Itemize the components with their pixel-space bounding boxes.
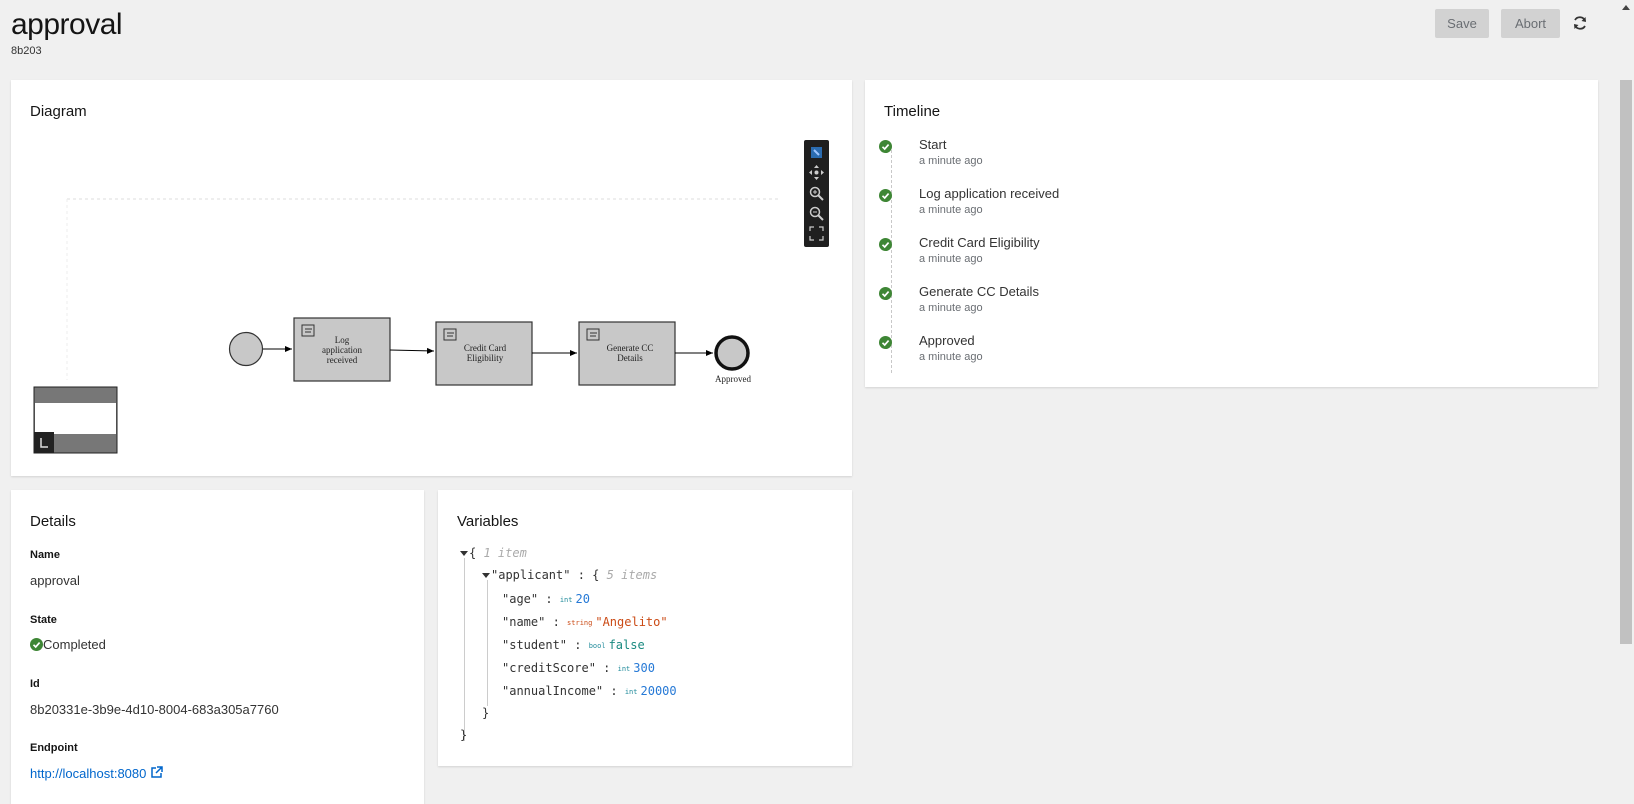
json-row: "age" : int 20 <box>502 592 590 606</box>
task-label: Log <box>335 335 350 345</box>
json-value: 300 <box>633 661 655 675</box>
json-key: "age" <box>502 592 539 606</box>
json-type: int <box>617 664 631 673</box>
json-brace: { <box>469 546 477 560</box>
timeline-item-label: Generate CC Details <box>919 284 1039 299</box>
fit-to-screen-icon[interactable] <box>808 225 825 242</box>
scroll-up-icon[interactable] <box>1622 5 1630 10</box>
state-label: State <box>30 614 57 626</box>
json-key: "creditScore" <box>502 661 596 675</box>
end-event[interactable] <box>714 335 750 371</box>
json-type: int <box>559 595 573 604</box>
name-label: Name <box>30 549 60 561</box>
json-type: int <box>624 687 638 696</box>
timeline-item-label: Credit Card Eligibility <box>919 235 1040 250</box>
scrollbar-thumb[interactable] <box>1620 80 1632 644</box>
save-button[interactable]: Save <box>1435 9 1489 38</box>
timeline-item-label: Approved <box>919 333 975 348</box>
json-value: "Angelito" <box>595 615 668 629</box>
diagram-minimap[interactable] <box>33 386 118 454</box>
id-label: Id <box>30 678 40 690</box>
state-value: Completed <box>43 637 106 652</box>
json-guide-line <box>487 580 488 706</box>
timeline-item-time: a minute ago <box>919 204 983 216</box>
json-guide-line <box>464 558 465 741</box>
json-brace: { <box>592 568 600 582</box>
json-key: "name" <box>502 615 546 629</box>
variables-card: Variables { 1 item "applicant" : { 5 ite… <box>438 490 852 766</box>
variables-title: Variables <box>457 513 519 530</box>
details-title: Details <box>30 513 76 530</box>
json-close-brace: } <box>482 706 490 720</box>
zoom-out-icon[interactable] <box>808 205 825 222</box>
json-key: "annualIncome" <box>502 684 604 698</box>
task-label: Eligibility <box>467 353 504 363</box>
timeline-card: Timeline Start a minute ago Log applicat… <box>865 80 1598 387</box>
json-row: "name" : string "Angelito" <box>502 615 668 629</box>
task-label: Details <box>617 353 643 363</box>
endpoint-row: http://localhost:8080 <box>30 766 163 781</box>
page-title: approval <box>11 8 123 41</box>
timeline-item-time: a minute ago <box>919 302 983 314</box>
details-card: Details Name approval State Completed Id… <box>11 490 424 804</box>
diagram-toolbar <box>804 140 829 247</box>
page-scrollbar[interactable] <box>1618 0 1634 804</box>
json-root-row[interactable]: { 1 item <box>460 544 527 562</box>
json-item-count: 5 items <box>606 568 658 582</box>
task-label: Credit Card <box>464 343 507 353</box>
json-close-brace: } <box>460 728 468 742</box>
select-tool-icon[interactable] <box>808 144 825 161</box>
json-value: 20000 <box>640 684 677 698</box>
process-diagram[interactable]: Log application received Credit Card Eli… <box>11 80 852 476</box>
pan-tool-icon[interactable] <box>808 164 825 181</box>
check-circle-icon <box>879 336 892 349</box>
json-row: "creditScore" : int 300 <box>502 661 655 675</box>
check-circle-icon <box>30 638 43 651</box>
json-applicant-row[interactable]: "applicant" : { 5 items <box>482 566 657 584</box>
refresh-icon[interactable] <box>1570 13 1590 33</box>
name-value: approval <box>30 573 80 588</box>
json-key: "student" <box>502 638 568 652</box>
endpoint-link[interactable]: http://localhost:8080 <box>30 766 146 781</box>
collapse-caret-icon[interactable] <box>482 573 490 578</box>
json-item-count: 1 item <box>483 546 527 560</box>
timeline-title: Timeline <box>884 103 941 120</box>
task-label: Generate CC <box>607 343 654 353</box>
timeline-item-label: Start <box>919 137 947 152</box>
start-event[interactable] <box>228 331 264 367</box>
json-value: false <box>608 638 645 652</box>
timeline-item-time: a minute ago <box>919 351 983 363</box>
sequence-flow <box>389 347 435 354</box>
check-circle-icon <box>879 189 892 202</box>
abort-button[interactable]: Abort <box>1501 9 1560 38</box>
task-label: received <box>327 355 358 365</box>
endpoint-label: Endpoint <box>30 742 78 754</box>
id-value: 8b20331e-3b9e-4d10-8004-683a305a7760 <box>30 702 279 717</box>
timeline-item-label: Log application received <box>919 186 1060 201</box>
json-row: "student" : bool false <box>502 638 645 652</box>
timeline-item-time: a minute ago <box>919 155 983 167</box>
json-type: bool <box>588 641 606 650</box>
check-circle-icon <box>879 287 892 300</box>
diagram-card: Diagram Log application received Credit … <box>11 80 852 476</box>
page-header: approval 8b203 Save Abort <box>0 0 1620 70</box>
json-key: "applicant" <box>491 568 571 582</box>
state-value-row: Completed <box>30 637 106 652</box>
task-label: application <box>322 345 362 355</box>
timeline-item-time: a minute ago <box>919 253 983 265</box>
end-event-label: Approved <box>715 374 751 384</box>
json-row: "annualIncome" : int 20000 <box>502 684 677 698</box>
page-subtitle: 8b203 <box>11 45 42 57</box>
collapse-caret-icon[interactable] <box>460 551 468 556</box>
json-value: 20 <box>575 592 590 606</box>
zoom-in-icon[interactable] <box>808 185 825 202</box>
check-circle-icon <box>879 238 892 251</box>
json-type: string <box>567 618 593 627</box>
external-link-icon[interactable] <box>150 766 163 779</box>
check-circle-icon <box>879 140 892 153</box>
